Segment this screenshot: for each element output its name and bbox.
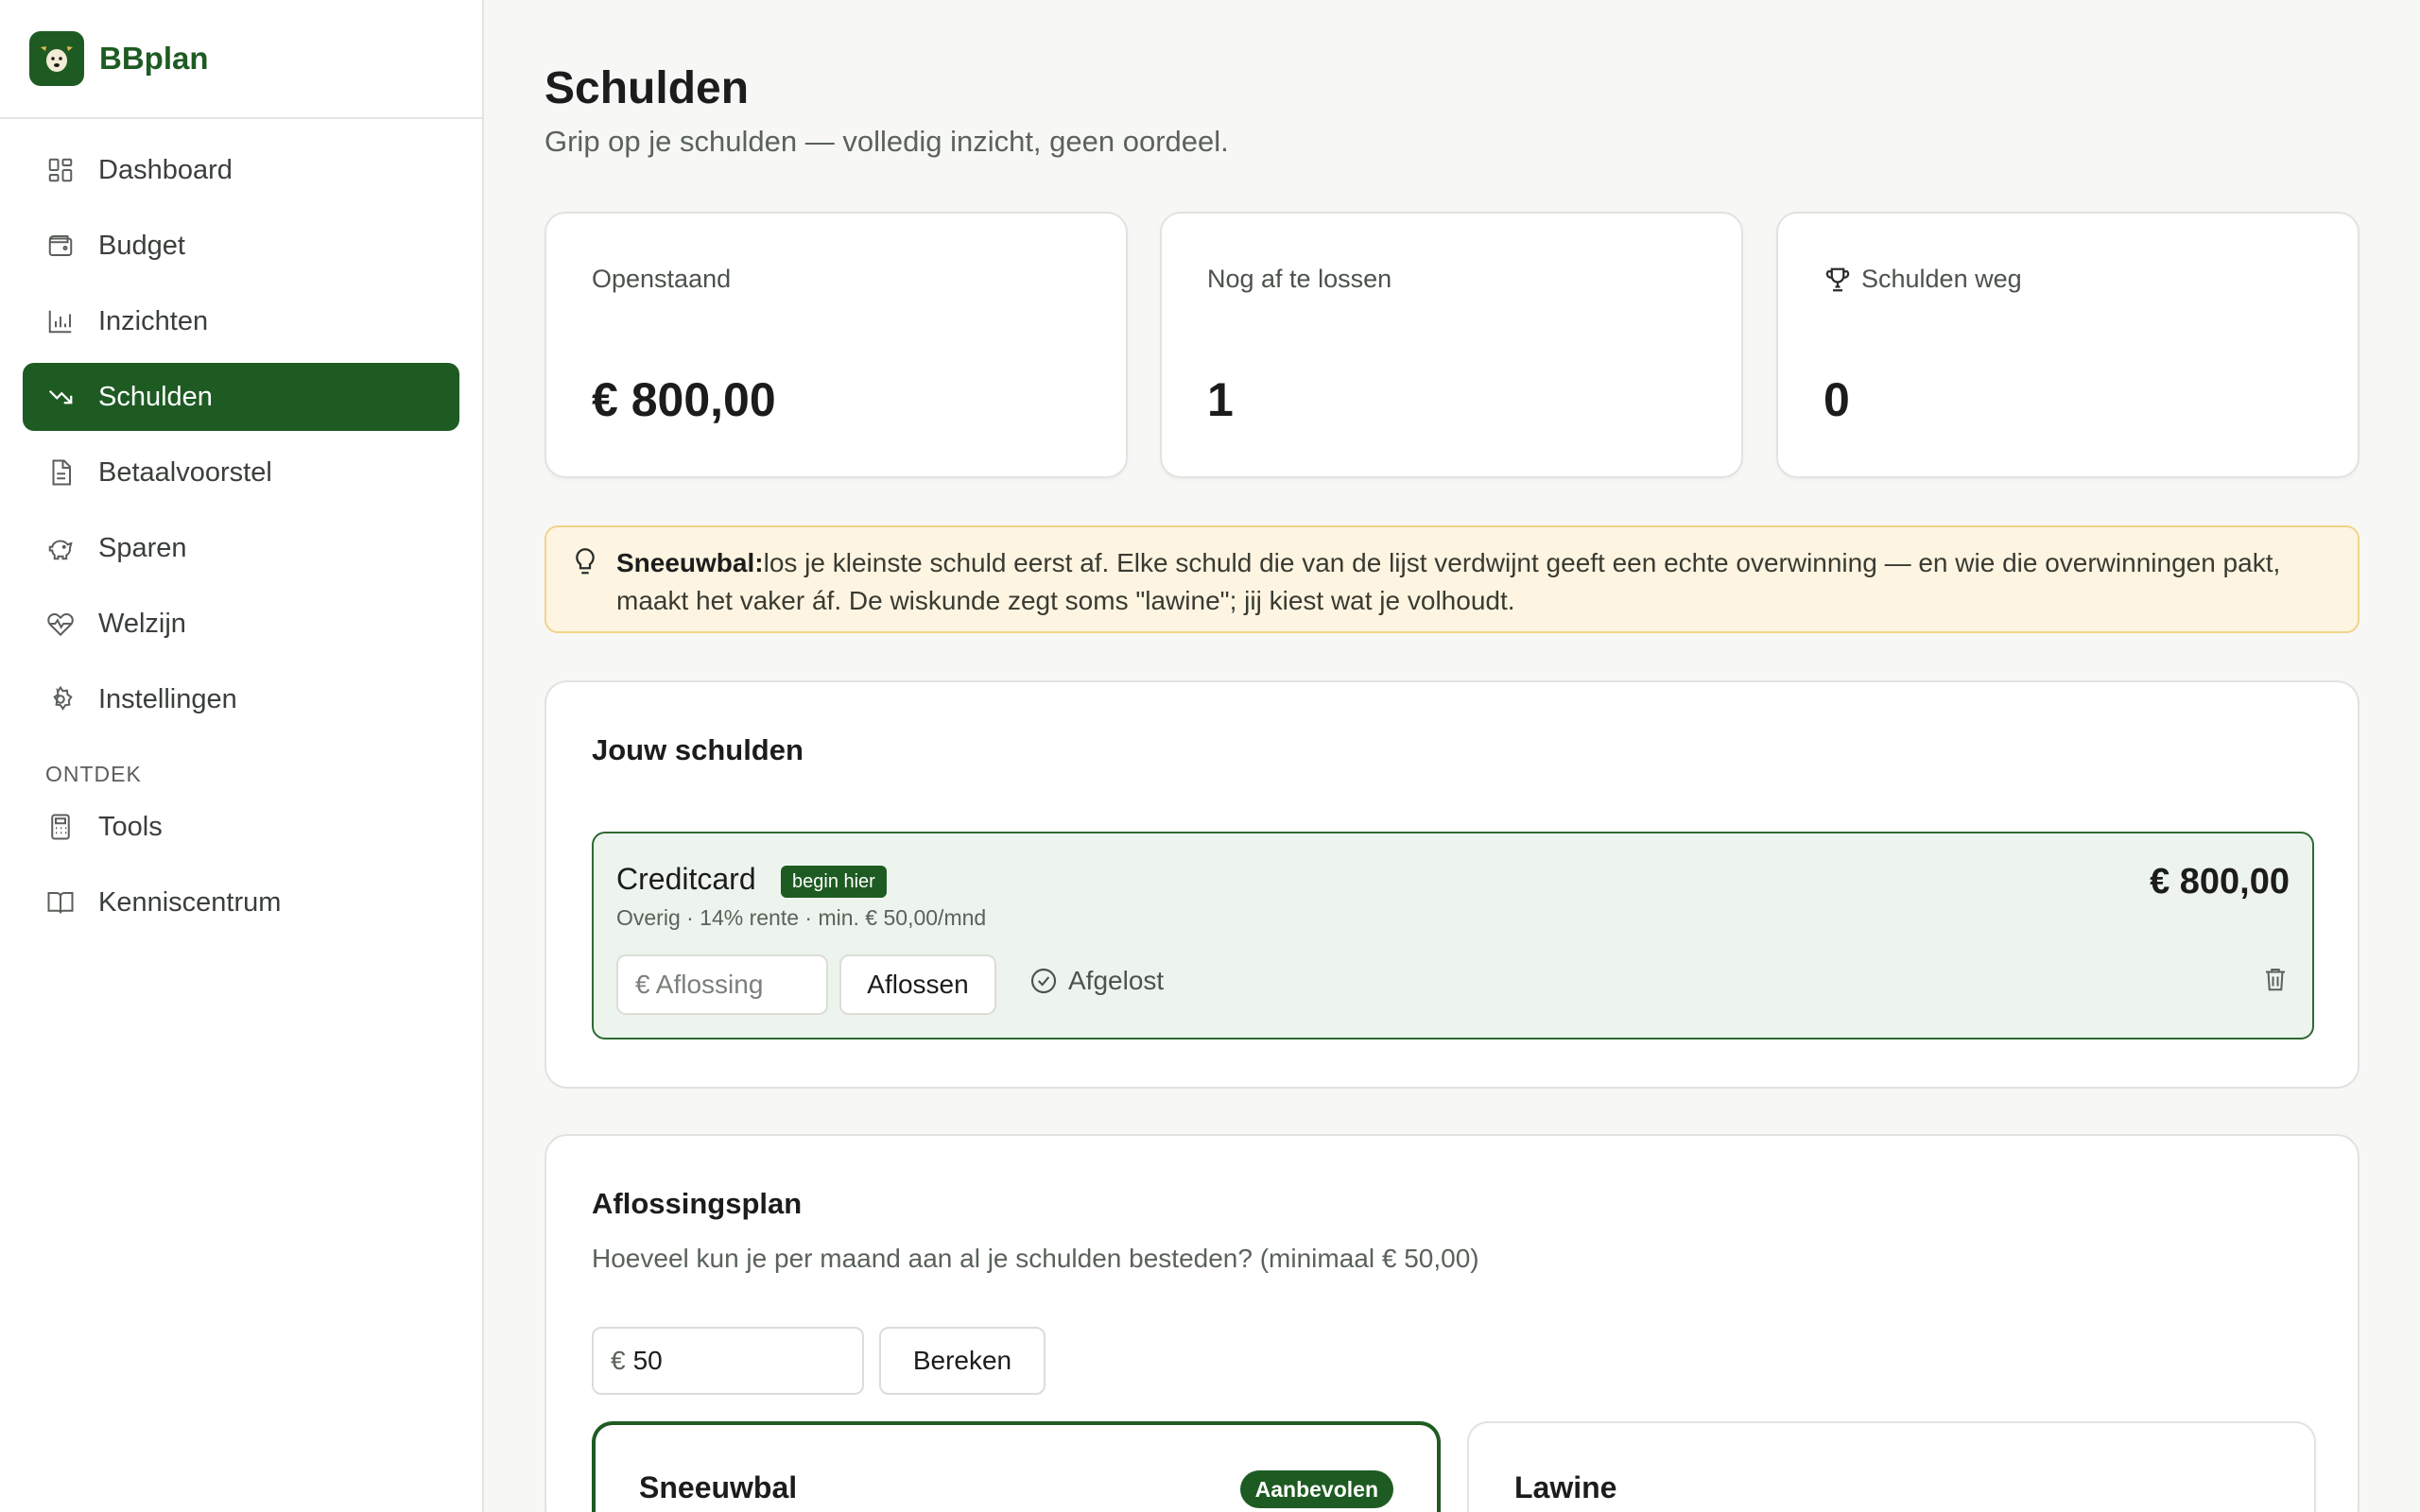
stat-value: 0 (1824, 373, 1850, 426)
sidebar-item-welzijn[interactable]: Welzijn (23, 590, 459, 658)
strategy-title: Lawine (1514, 1470, 1617, 1504)
stat-label: Nog af te lossen (1207, 265, 1392, 293)
app-name: BBplan (99, 41, 209, 76)
tip-title: Sneeuwbal: (616, 548, 764, 577)
heart-pulse-icon (45, 609, 76, 639)
sidebar-item-label: Schulden (98, 381, 213, 412)
trending-down-icon (45, 382, 76, 412)
strategy-title: Sneeuwbal (639, 1470, 798, 1504)
document-icon (45, 457, 76, 488)
book-icon (45, 887, 76, 918)
mark-paid-button[interactable]: Afgelost (1028, 966, 1164, 996)
sidebar-item-betaalvoorstel[interactable]: Betaalvoorstel (23, 438, 459, 507)
page-title: Schulden (544, 63, 750, 113)
sidebar-item-label: Budget (98, 230, 185, 261)
monthly-amount-value: 50 (632, 1346, 663, 1375)
calculate-button[interactable]: Bereken (879, 1327, 1046, 1395)
monthly-amount-input[interactable]: € 50 (592, 1327, 864, 1395)
plan-description: Hoeveel kun je per maand aan al je schul… (592, 1244, 1479, 1273)
page-subtitle: Grip op je schulden — volledig inzicht, … (544, 125, 1229, 158)
payoff-plan-card: Aflossingsplan Hoeveel kun je per maand … (544, 1134, 2360, 1512)
strategy-card-lawine[interactable]: Lawine (1467, 1421, 2316, 1512)
payment-input[interactable]: € Aflossing (616, 954, 828, 1015)
stat-card-nog-af-te-lossen: Nog af te lossen 1 (1160, 212, 1743, 478)
debt-name: Creditcard (616, 862, 756, 896)
check-circle-icon (1028, 966, 1059, 996)
stat-value: € 800,00 (592, 373, 776, 426)
sidebar-item-label: Tools (98, 811, 163, 842)
sidebar-item-schulden[interactable]: Schulden (23, 363, 459, 431)
mark-paid-label: Afgelost (1068, 966, 1165, 995)
sidebar-item-label: Betaalvoorstel (98, 456, 272, 488)
pay-off-button[interactable]: Aflossen (839, 954, 996, 1015)
sidebar-item-label: Sparen (98, 532, 187, 563)
sidebar: BBplan Dashboard Budget Inzichten Schuld… (0, 0, 484, 1512)
calculator-icon (45, 812, 76, 842)
stat-label: Openstaand (592, 265, 732, 293)
tip-banner: Sneeuwbal:los je kleinste schuld eerst a… (544, 525, 2360, 633)
bar-chart-icon (45, 306, 76, 336)
sidebar-item-label: Dashboard (98, 154, 233, 185)
piggy-bank-icon (45, 533, 76, 563)
sidebar-item-tools[interactable]: Tools (23, 793, 459, 861)
sidebar-item-instellingen[interactable]: Instellingen (23, 665, 459, 733)
brand[interactable]: BBplan (0, 0, 482, 119)
stat-card-schulden-weg: Schulden weg 0 (1776, 212, 2360, 478)
start-here-badge: begin hier (781, 866, 887, 898)
currency-prefix: € (611, 1346, 626, 1375)
recommended-badge: Aanbevolen (1239, 1470, 1393, 1508)
gear-icon (45, 684, 76, 714)
sidebar-section-label: ONTDEK (45, 762, 142, 786)
main-nav: Dashboard Budget Inzichten Schulden Beta… (0, 119, 482, 936)
lightbulb-icon (571, 546, 599, 589)
stat-label-row: Schulden weg (1824, 265, 2022, 294)
wallet-icon (45, 231, 76, 261)
debt-meta: Overig · 14% rente · min. € 50,00/mnd (616, 905, 987, 930)
sidebar-item-kenniscentrum[interactable]: Kenniscentrum (23, 868, 459, 936)
strategy-card-sneeuwbal[interactable]: Sneeuwbal Aanbevolen (592, 1421, 1441, 1512)
card-title: Jouw schulden (592, 733, 804, 766)
sidebar-item-label: Kenniscentrum (98, 886, 282, 918)
trophy-icon (1824, 266, 1852, 294)
sidebar-item-dashboard[interactable]: Dashboard (23, 136, 459, 204)
card-title: Aflossingsplan (592, 1187, 803, 1220)
stat-card-openstaand: Openstaand € 800,00 (544, 212, 1128, 478)
debt-amount: € 800,00 (2150, 862, 2290, 902)
debt-item: Creditcard begin hier Overig · 14% rente… (592, 832, 2314, 1040)
sidebar-item-label: Instellingen (98, 683, 237, 714)
sidebar-item-label: Inzichten (98, 305, 209, 336)
dashboard-icon (45, 155, 76, 185)
sidebar-item-inzichten[interactable]: Inzichten (23, 287, 459, 355)
payment-input-placeholder: € Aflossing (635, 970, 764, 999)
stat-label: Schulden weg (1861, 265, 2022, 293)
debts-card: Jouw schulden Creditcard begin hier Over… (544, 680, 2360, 1089)
trash-icon[interactable] (2261, 964, 2290, 999)
sidebar-item-budget[interactable]: Budget (23, 212, 459, 280)
sidebar-item-label: Welzijn (98, 608, 186, 639)
sheep-icon (29, 31, 84, 86)
stat-value: 1 (1207, 373, 1234, 426)
tip-text: los je kleinste schuld eerst af. Elke sc… (616, 548, 2281, 615)
sidebar-item-sparen[interactable]: Sparen (23, 514, 459, 582)
